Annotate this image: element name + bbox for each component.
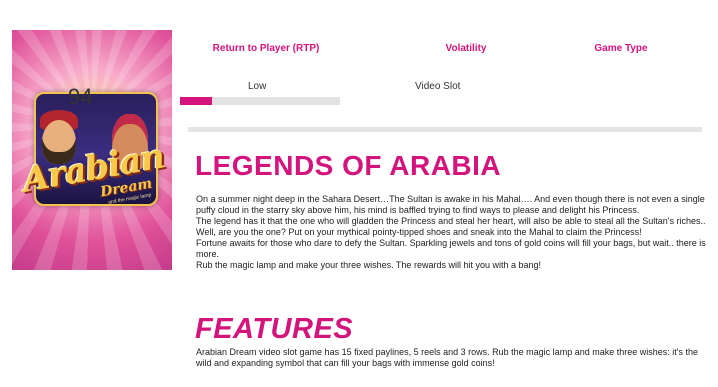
legends-text: On a summer night deep in the Sahara Des… [196, 194, 708, 271]
game-type-label: Game Type [594, 43, 648, 54]
volatility-bar-fill [180, 97, 212, 105]
game-thumbnail[interactable]: Arabian Dream and the magic lamp [12, 30, 172, 270]
legends-heading: LEGENDS OF ARABIA [195, 150, 502, 181]
legends-paragraph: Fortune awaits for those who dare to def… [196, 238, 706, 259]
game-stats: Return to Player (RTP) Volatility Game T… [186, 0, 702, 140]
rtp-label: Return to Player (RTP) [212, 43, 320, 54]
volatility-value: Low [248, 81, 267, 92]
game-type-value: Video Slot [415, 81, 461, 92]
legends-paragraph: Rub the magic lamp and make your three w… [196, 260, 542, 270]
legends-paragraph: Well, are you the one? Put on your mythi… [196, 227, 642, 237]
volatility-label: Volatility [445, 43, 487, 54]
rtp-value: 94 [68, 84, 93, 109]
legends-paragraph: On a summer night deep in the Sahara Des… [196, 194, 705, 215]
rtp-column: Return to Player (RTP) [186, 43, 346, 54]
stats-divider [188, 127, 702, 132]
game-type-column: Game Type [546, 43, 696, 54]
features-heading: FEATURES [195, 313, 354, 345]
legends-paragraph: The legend has it that the one who will … [196, 216, 706, 226]
volatility-column: Volatility [386, 43, 546, 54]
features-text: Arabian Dream video slot game has 15 fix… [196, 347, 698, 368]
volatility-bar [180, 97, 340, 105]
